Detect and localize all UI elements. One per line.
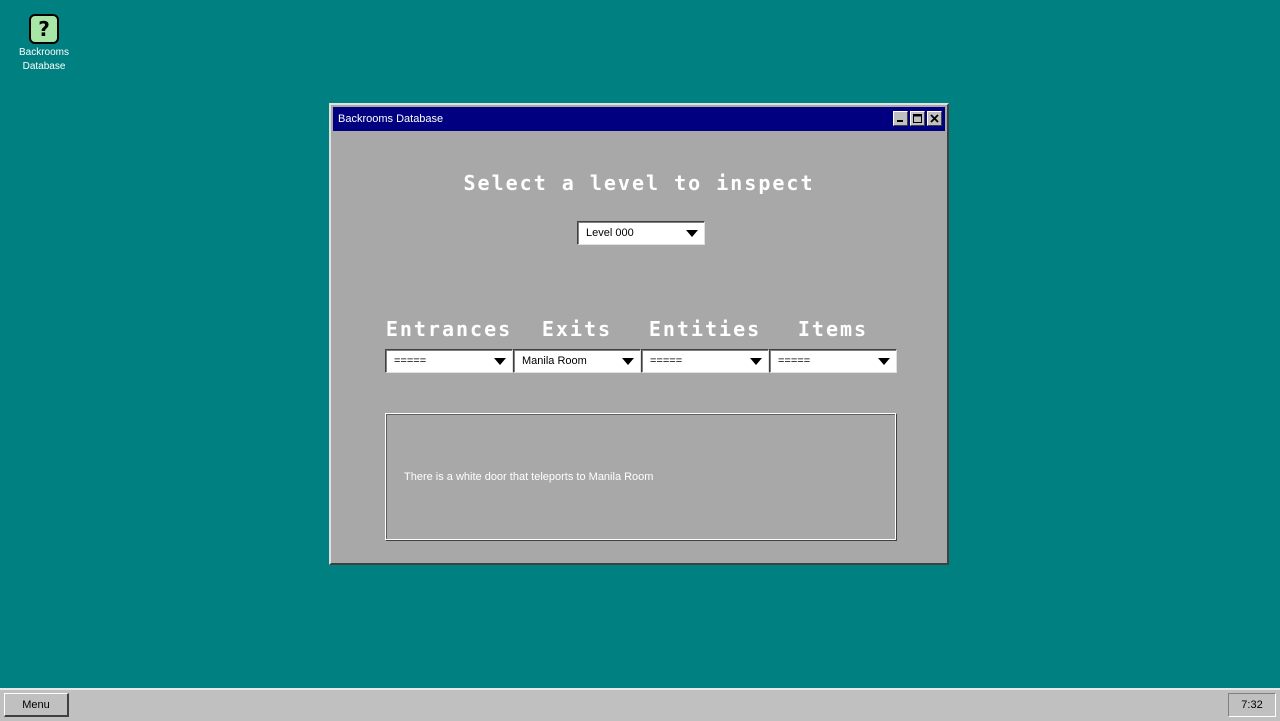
chevron-down-icon bbox=[750, 358, 762, 365]
exits-select[interactable]: Manila Room bbox=[513, 349, 641, 373]
help-question-icon: ? bbox=[29, 14, 59, 44]
exits-select-value: Manila Room bbox=[522, 355, 587, 367]
chevron-down-icon bbox=[686, 230, 698, 237]
taskbar-clock: 7:32 bbox=[1228, 693, 1276, 717]
maximize-icon bbox=[913, 114, 922, 123]
window-title: Backrooms Database bbox=[338, 113, 444, 125]
minimize-icon bbox=[897, 120, 903, 122]
items-heading: Items bbox=[797, 317, 869, 341]
items-select-value: ===== bbox=[778, 355, 811, 367]
window-titlebar[interactable]: Backrooms Database bbox=[333, 107, 945, 131]
backrooms-database-window: Backrooms Database Select a level to ins… bbox=[329, 103, 949, 565]
minimize-button[interactable] bbox=[893, 111, 908, 126]
menu-button[interactable]: Menu bbox=[4, 693, 69, 717]
entrances-select[interactable]: ===== bbox=[385, 349, 513, 373]
entrances-heading: Entrances bbox=[385, 317, 513, 341]
desktop-icon-label: Backrooms Database bbox=[18, 47, 69, 72]
page-heading: Select a level to inspect bbox=[463, 171, 815, 195]
desktop: ? Backrooms Database Backrooms Database … bbox=[0, 0, 1280, 721]
items-select[interactable]: ===== bbox=[769, 349, 897, 373]
description-panel: There is a white door that teleports to … bbox=[385, 413, 897, 541]
entrances-select-value: ===== bbox=[394, 355, 427, 367]
chevron-down-icon bbox=[494, 358, 506, 365]
entities-select[interactable]: ===== bbox=[641, 349, 769, 373]
close-icon bbox=[930, 114, 939, 123]
entities-select-value: ===== bbox=[650, 355, 683, 367]
level-select[interactable]: Level 000 bbox=[577, 221, 705, 245]
desktop-icon-backrooms-database[interactable]: ? Backrooms Database bbox=[10, 14, 78, 74]
exits-heading: Exits bbox=[541, 317, 613, 341]
svg-text:?: ? bbox=[38, 17, 50, 41]
level-select-value: Level 000 bbox=[586, 227, 634, 239]
entities-heading: Entities bbox=[648, 317, 762, 341]
close-button[interactable] bbox=[927, 111, 942, 126]
window-controls bbox=[893, 111, 942, 126]
chevron-down-icon bbox=[622, 358, 634, 365]
maximize-button[interactable] bbox=[910, 111, 925, 126]
taskbar: Menu 7:32 bbox=[0, 688, 1280, 721]
description-text: There is a white door that teleports to … bbox=[404, 471, 654, 483]
chevron-down-icon bbox=[878, 358, 890, 365]
